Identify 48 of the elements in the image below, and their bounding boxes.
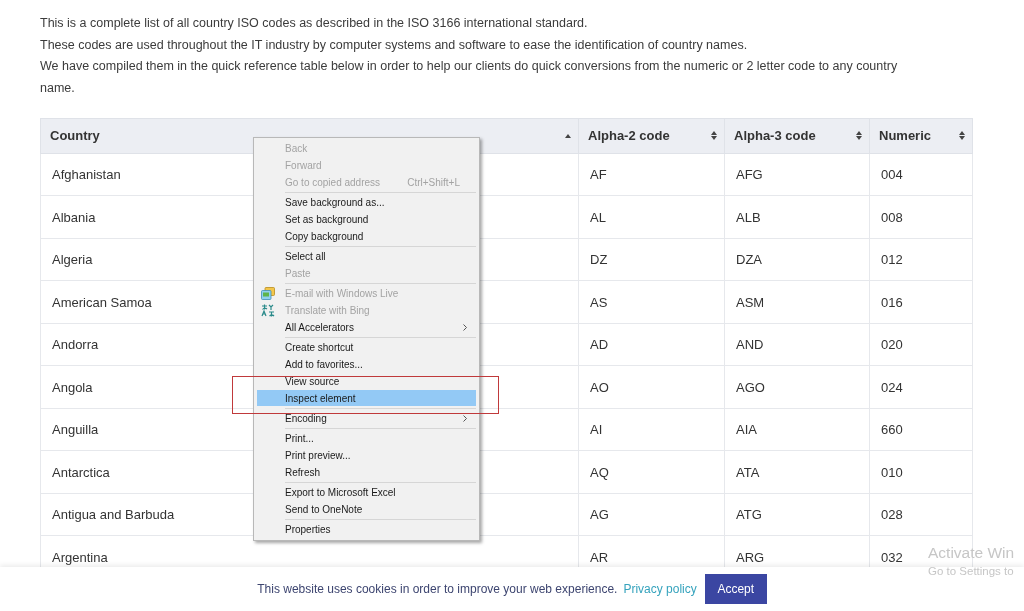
- column-header[interactable]: Alpha-2 code: [578, 118, 725, 154]
- table-cell: DZA: [724, 238, 870, 281]
- menu-item[interactable]: Save background as...: [257, 194, 476, 210]
- menu-item[interactable]: Properties: [257, 521, 476, 537]
- table-cell: AO: [578, 365, 725, 409]
- menu-item[interactable]: Print...: [257, 430, 476, 446]
- table-cell: AFG: [724, 153, 870, 196]
- table-cell: AIA: [724, 408, 870, 451]
- menu-item[interactable]: View source: [257, 373, 476, 389]
- table-cell: AL: [578, 195, 725, 239]
- table-cell: 008: [869, 195, 973, 239]
- table-cell: 660: [869, 408, 973, 451]
- menu-item[interactable]: Select all: [257, 248, 476, 264]
- menu-item[interactable]: Create shortcut: [257, 339, 476, 355]
- column-header[interactable]: Numeric: [869, 118, 973, 154]
- table-cell: AG: [578, 493, 725, 536]
- table-cell: ATG: [724, 493, 870, 536]
- table-cell: 012: [869, 238, 973, 281]
- table-cell: AS: [578, 280, 725, 324]
- table-cell: 028: [869, 493, 973, 536]
- table-cell: ASM: [724, 280, 870, 324]
- table-cell: AGO: [724, 365, 870, 409]
- table-cell: 004: [869, 153, 973, 196]
- table-cell: 016: [869, 280, 973, 324]
- intro-text: These codes are used throughout the IT industry by computer systems and software to ease the identification of country names.: [40, 36, 749, 54]
- table-cell: ATA: [724, 450, 870, 494]
- column-header[interactable]: Alpha-3 code: [724, 118, 870, 154]
- menu-item[interactable]: Inspect element: [257, 390, 476, 406]
- table-cell: AQ: [578, 450, 725, 494]
- accept-button[interactable]: Accept: [704, 574, 767, 604]
- table-cell: 010: [869, 450, 973, 494]
- intro-text: We have compiled them in the quick reference table below in order to help our clients do quick conversions from the numeric or 2 letter code to any country name.: [40, 58, 899, 98]
- table-cell: AF: [578, 153, 725, 196]
- table-cell: AD: [578, 323, 725, 366]
- table-cell: DZ: [578, 238, 725, 281]
- menu-item[interactable]: Set as background: [257, 211, 476, 227]
- intro-text: This is a complete list of all country ISO codes as described in the ISO 3166 international standard.: [40, 15, 589, 32]
- menu-item[interactable]: Encoding: [257, 410, 476, 426]
- table-cell: 020: [869, 323, 973, 366]
- activation-notice-title: Activate Win: [928, 543, 1015, 563]
- menu-item[interactable]: Refresh: [257, 464, 476, 480]
- table-cell: ALB: [724, 195, 870, 239]
- table-cell: 024: [869, 365, 973, 409]
- table-cell: AND: [724, 323, 870, 366]
- shortcut-label: Ctrl+Shift+L: [407, 176, 460, 188]
- table-cell: AI: [578, 408, 725, 451]
- menu-item[interactable]: Send to OneNote: [257, 501, 476, 517]
- cookie-message: This website uses cookies in order to improve your web experience.: [257, 582, 618, 596]
